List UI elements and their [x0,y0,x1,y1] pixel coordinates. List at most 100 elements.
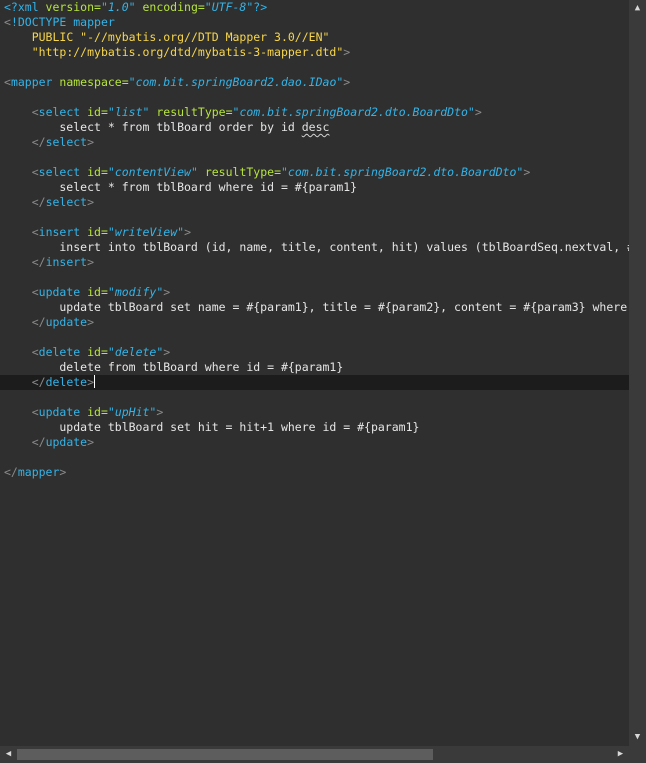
scrollbar-corner [629,746,646,763]
bracket-token: < [31,405,39,419]
scroll-right-arrow-icon[interactable]: ▶ [612,746,629,763]
code-line[interactable]: update tblBoard set hit = hit+1 where id… [0,420,629,435]
code-line[interactable]: </select> [0,135,629,150]
bracket-token: > [87,255,95,269]
bracket-token: > [343,75,351,89]
sql-text-token: select * from tblBoard where id = #{para… [4,180,358,194]
sql-text-token: update tblBoard set hit = hit+1 where id… [4,420,420,434]
bracket-token: > [87,135,95,149]
code-line[interactable]: <select id="contentView" resultType="com… [0,165,629,180]
code-line[interactable]: ​ [0,150,629,165]
bracket-token: > [87,195,95,209]
xml-string-token: "modify" [107,285,164,299]
code-line[interactable]: </insert> [0,255,629,270]
sql-text-token [4,345,32,359]
xml-tag-token: select [38,105,88,119]
xml-tag-token: <?xml [4,0,46,14]
code-line[interactable]: delete from tblBoard where id = #{param1… [0,360,629,375]
xml-string-token: "UTF-8" [204,0,254,14]
code-line[interactable]: <update id="modify"> [0,285,629,300]
code-line[interactable]: </update> [0,315,629,330]
code-line[interactable]: ​ [0,450,629,465]
code-line[interactable]: </select> [0,195,629,210]
code-line[interactable]: <mapper namespace="com.bit.springBoard2.… [0,75,629,90]
code-line[interactable]: select * from tblBoard where id = #{para… [0,180,629,195]
sql-text-token [4,315,32,329]
xml-attribute-token: encoding= [142,0,205,14]
bracket-token: </ [31,255,46,269]
bracket-token: > [156,405,164,419]
code-line[interactable]: ​ [0,390,629,405]
bracket-token: > [343,45,351,59]
xml-attribute-token: namespace= [59,75,129,89]
current-code-line[interactable]: </delete> [0,375,629,390]
bracket-token: > [474,105,482,119]
xml-tag-token: insert [45,255,88,269]
xml-attribute-token: resultType= [156,105,233,119]
code-lines[interactable]: <?xml version="1.0" encoding="UTF-8"?> <!… [0,0,629,480]
xml-tag-token: select [45,135,88,149]
code-line[interactable]: PUBLIC "-//mybatis.org//DTD Mapper 3.0//… [0,30,629,45]
bracket-token: > [87,435,95,449]
sql-text-token [4,375,32,389]
xml-attribute-token: id= [87,165,108,179]
xml-tag-token: delete [45,375,88,389]
sql-text-token: insert into tblBoard (id, name, title, c… [59,240,629,254]
xml-string-token: "delete" [107,345,164,359]
scroll-up-arrow-icon[interactable]: ▲ [629,0,646,17]
xml-string-token: "com.bit.springBoard2.dto.BoardDto" [232,105,475,119]
code-line[interactable]: </update> [0,435,629,450]
code-line[interactable]: "http://mybatis.org/dtd/mybatis-3-mapper… [0,45,629,60]
xml-tag-token: mapper [10,75,60,89]
xml-string-token: "list" [107,105,157,119]
horizontal-scroll-thumb[interactable] [17,749,433,760]
bracket-token: </ [31,135,46,149]
sql-text-token [4,435,32,449]
scroll-left-arrow-icon[interactable]: ◀ [0,746,17,763]
sql-text-token [4,135,32,149]
code-line[interactable]: ​ [0,60,629,75]
code-line[interactable]: select * from tblBoard order by id desc [0,120,629,135]
bracket-token: > [87,375,95,389]
code-line[interactable]: </mapper> [0,465,629,480]
xml-attribute-token: version= [45,0,101,14]
xml-attribute-token: resultType= [204,165,281,179]
sql-text-token [4,165,32,179]
xml-tag-token: update [38,405,88,419]
code-line[interactable]: update tblBoard set name = #{param1}, ti… [0,300,629,315]
bracket-token: < [31,105,39,119]
sql-text-token: delete from tblBoard where id = #{param1… [4,360,344,374]
bracket-token: </ [31,195,46,209]
code-line[interactable]: <insert id="writeView"> [0,225,629,240]
horizontal-scrollbar[interactable]: ◀ ▶ [0,746,629,763]
code-line[interactable]: ​ [0,90,629,105]
scroll-down-arrow-icon[interactable]: ▼ [629,729,646,746]
xml-tag-token: delete [38,345,88,359]
code-line[interactable]: <delete id="delete"> [0,345,629,360]
xml-attribute-token: id= [87,225,108,239]
code-line[interactable]: <update id="upHit"> [0,405,629,420]
xml-tag-token: select [38,165,88,179]
xml-tag-token: insert [38,225,88,239]
code-line[interactable]: insert into tblBoard (id, name, title, c… [0,240,629,255]
code-line[interactable]: ​ [0,270,629,285]
code-line[interactable]: <?xml version="1.0" encoding="UTF-8"?> [0,0,629,15]
code-line[interactable]: <!DOCTYPE mapper [0,15,629,30]
xml-string-token: "1.0" [100,0,143,14]
code-line[interactable]: ​ [0,330,629,345]
spellcheck-word-token: desc [301,120,330,134]
xml-tag-token: update [38,285,88,299]
xml-tag-token: mapper [17,465,60,479]
sql-text-token [4,105,32,119]
xml-attribute-token: id= [87,285,108,299]
vertical-scrollbar[interactable]: ▲ ▼ [629,0,646,746]
code-editor[interactable]: <?xml version="1.0" encoding="UTF-8"?> <!… [0,0,629,746]
xml-string-token: "contentView" [107,165,205,179]
bracket-token: > [87,315,95,329]
sql-text-token [4,30,32,44]
code-line[interactable]: ​ [0,210,629,225]
code-line[interactable]: <select id="list" resultType="com.bit.sp… [0,105,629,120]
bracket-token: < [31,165,39,179]
xml-string-token: "upHit" [107,405,157,419]
bracket-token: > [184,225,191,239]
